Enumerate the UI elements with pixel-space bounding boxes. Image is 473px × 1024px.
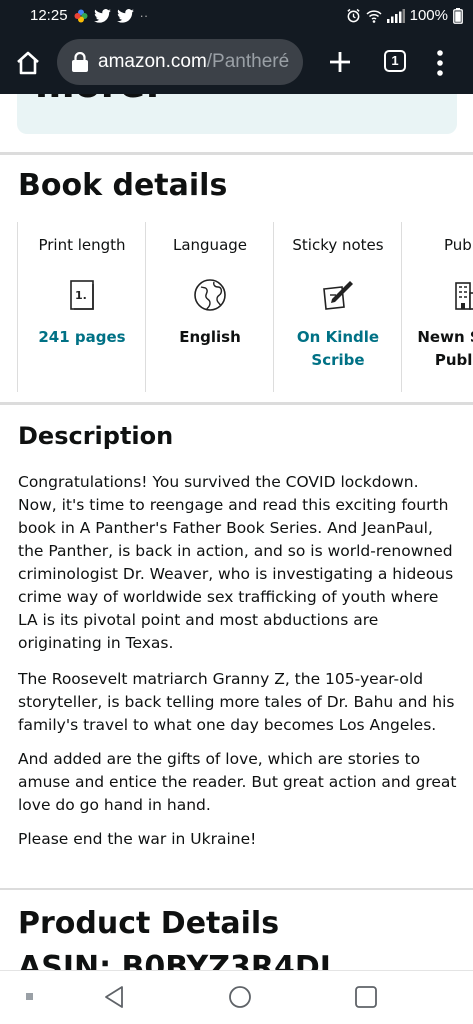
browser-toolbar: amazon.com/Pantheré 1	[0, 32, 473, 94]
detail-language[interactable]: Language English	[145, 222, 273, 392]
read-more-text: more.	[35, 94, 160, 104]
section-divider	[0, 152, 473, 155]
globe-icon	[194, 279, 226, 311]
back-icon[interactable]	[103, 985, 125, 1009]
detail-label: Print length	[38, 236, 126, 254]
book-details-title: Book details	[18, 168, 228, 203]
asin-line: ASIN: B0BYZ3R4DJ	[18, 950, 331, 970]
read-more-card[interactable]: more.	[17, 94, 457, 134]
address-bar[interactable]: amazon.com/Pantheré	[57, 39, 303, 85]
twitter-icon	[116, 8, 134, 23]
detail-print-length[interactable]: Print length 1. 241 pages	[17, 222, 145, 392]
tab-switcher-button[interactable]: 1	[384, 50, 406, 72]
signal-icon	[386, 8, 405, 23]
alarm-icon	[346, 8, 360, 23]
url-host: amazon.com	[98, 51, 207, 72]
system-navigation-bar	[0, 970, 473, 1024]
detail-sticky-notes[interactable]: Sticky notes On Kindle Scribe	[273, 222, 401, 392]
book-details-carousel[interactable]: Print length 1. 241 pages Language Engli…	[17, 222, 473, 392]
building-icon	[455, 282, 473, 310]
page-icon-number: 1.	[75, 289, 87, 302]
home-circle-icon[interactable]	[228, 985, 252, 1009]
photos-icon	[74, 9, 88, 22]
url-path: /Pantheré	[206, 51, 290, 72]
pen-note-icon	[323, 281, 353, 310]
overflow-menu-icon[interactable]	[432, 48, 448, 78]
wifi-icon	[366, 9, 382, 23]
description-paragraph: Please end the war in Ukraine!	[18, 830, 257, 848]
description-paragraph: And added are the gifts of love, which a…	[18, 750, 457, 814]
detail-label: Sticky notes	[292, 236, 384, 254]
page-icon: 1.	[70, 280, 94, 310]
more-notifications-icon: ··	[139, 7, 149, 23]
detail-value[interactable]: On Kindle Scribe	[278, 326, 398, 372]
description-paragraph: The Roosevelt matriarch Granny Z, the 10…	[18, 670, 455, 734]
battery-level: 100%	[409, 7, 448, 24]
description-title: Description	[18, 422, 174, 450]
description-paragraph: Congratulations! You survived the COVID …	[18, 473, 454, 652]
new-tab-icon[interactable]	[326, 48, 354, 76]
page-content: more. Book details Print length 1. 241 p…	[0, 94, 473, 970]
product-details-title: Product Details	[18, 906, 280, 941]
detail-label: Language	[172, 236, 248, 254]
status-bar: 12:25 ·· 100%	[0, 0, 473, 32]
detail-label: Publis	[444, 236, 473, 254]
home-icon[interactable]	[14, 49, 42, 77]
detail-publisher[interactable]: Publis Newn Sprin Publish	[401, 222, 473, 392]
detail-value: English	[179, 328, 241, 346]
recents-icon[interactable]	[354, 985, 378, 1009]
detail-value[interactable]: 241 pages	[22, 326, 142, 349]
menu-dot-icon[interactable]	[26, 993, 34, 1001]
section-divider	[0, 402, 473, 405]
status-time: 12:25	[30, 7, 68, 24]
battery-icon	[453, 7, 463, 24]
twitter-icon	[93, 8, 111, 23]
section-divider	[0, 888, 473, 890]
lock-icon	[72, 52, 88, 72]
detail-value: Newn Sprin Publish	[417, 328, 473, 369]
